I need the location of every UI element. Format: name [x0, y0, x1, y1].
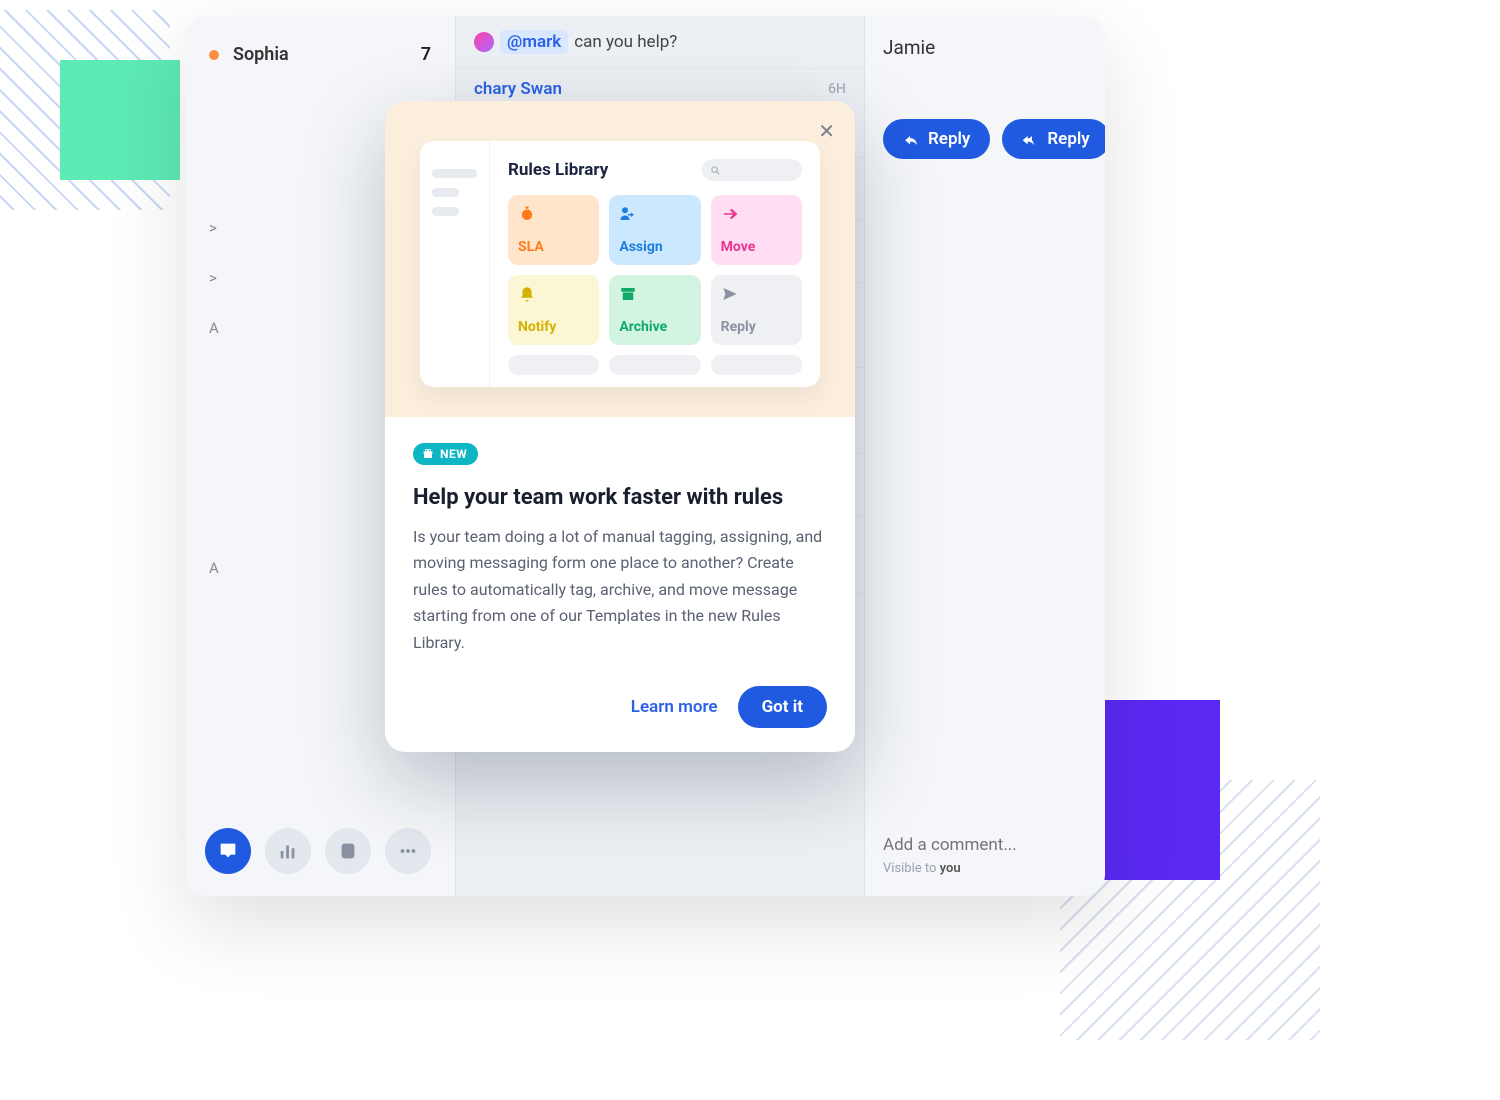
contact-name: Sophia	[233, 44, 289, 65]
bars-icon	[277, 840, 299, 862]
pinned-message[interactable]: @mark can you help?	[456, 16, 864, 69]
tile-label: Archive	[619, 319, 690, 335]
rule-tile-notify[interactable]: Notify	[508, 275, 599, 345]
bell-icon	[518, 285, 536, 303]
new-badge: NEW	[413, 443, 478, 465]
rule-tile-archive[interactable]: Archive	[609, 275, 700, 345]
reply-all-button[interactable]: Reply	[1002, 119, 1105, 159]
rule-tile-move[interactable]: Move	[711, 195, 802, 265]
tile-label: SLA	[518, 239, 589, 255]
decoration-mint-square	[60, 60, 180, 180]
app-window: Sophia 7 > > A A @mark	[185, 16, 1105, 896]
rules-library-preview: Rules Library SLA Assign	[420, 141, 820, 387]
analytics-button[interactable]	[265, 828, 311, 874]
reply-button[interactable]: Reply	[883, 119, 990, 159]
tile-label: Assign	[619, 239, 690, 255]
rule-tile-sla[interactable]: SLA	[508, 195, 599, 265]
modal-description: Is your team doing a lot of manual taggi…	[413, 524, 827, 656]
learn-more-link[interactable]: Learn more	[631, 697, 718, 717]
inbox-button[interactable]	[205, 828, 251, 874]
preview-search[interactable]	[702, 159, 802, 181]
inbox-icon	[217, 840, 239, 862]
tile-placeholder	[609, 355, 700, 375]
detail-contact-name: Jamie	[883, 36, 1087, 59]
tile-placeholder	[508, 355, 599, 375]
detail-panel: Jamie Reply Reply Visible to you	[865, 16, 1105, 896]
placeholder-bar	[432, 169, 477, 178]
archive-icon	[619, 285, 637, 303]
decoration-purple-block	[1090, 700, 1220, 880]
thread-sender: chary Swan	[474, 79, 562, 99]
new-badge-text: NEW	[440, 447, 467, 461]
reply-all-label: Reply	[1047, 129, 1089, 149]
tile-label: Notify	[518, 319, 589, 335]
placeholder-bar	[432, 207, 459, 216]
thread-time: 6H	[828, 81, 846, 97]
preview-title: Rules Library	[508, 160, 608, 180]
gift-icon	[422, 448, 434, 460]
reply-icon	[903, 131, 920, 148]
placeholder-bar	[432, 188, 459, 197]
close-icon: ✕	[818, 119, 835, 143]
tile-placeholder	[711, 355, 802, 375]
visibility-label: Visible to you	[883, 861, 1087, 876]
modal-title: Help your team work faster with rules	[413, 485, 827, 510]
send-icon	[721, 285, 739, 303]
modal-body: NEW Help your team work faster with rule…	[385, 417, 855, 752]
tile-label: Move	[721, 239, 792, 255]
rule-tile-assign[interactable]: Assign	[609, 195, 700, 265]
status-dot-icon	[209, 50, 219, 60]
avatar-icon	[474, 32, 494, 52]
sidebar-bottom-nav	[185, 812, 455, 896]
tile-label: Reply	[721, 319, 792, 335]
rule-tile-reply[interactable]: Reply	[711, 275, 802, 345]
search-icon	[710, 165, 721, 176]
person-arrow-icon	[619, 205, 637, 223]
clock-icon	[518, 205, 536, 223]
contacts-button[interactable]	[325, 828, 371, 874]
got-it-button[interactable]: Got it	[738, 686, 827, 728]
pinned-text: can you help?	[574, 32, 677, 52]
person-icon	[337, 840, 359, 862]
contact-count: 7	[421, 44, 431, 65]
sidebar-contact[interactable]: Sophia 7	[185, 36, 455, 73]
more-button[interactable]	[385, 828, 431, 874]
dots-icon	[397, 840, 419, 862]
mention-chip[interactable]: @mark	[500, 30, 568, 54]
rules-library-modal: ✕ Rules Library	[385, 101, 855, 752]
modal-hero: ✕ Rules Library	[385, 101, 855, 417]
reply-label: Reply	[928, 129, 970, 149]
reply-all-icon	[1022, 131, 1039, 148]
preview-side	[420, 141, 490, 387]
arrow-right-icon	[721, 205, 739, 223]
close-button[interactable]: ✕	[818, 119, 835, 143]
comment-input[interactable]	[883, 829, 1087, 861]
